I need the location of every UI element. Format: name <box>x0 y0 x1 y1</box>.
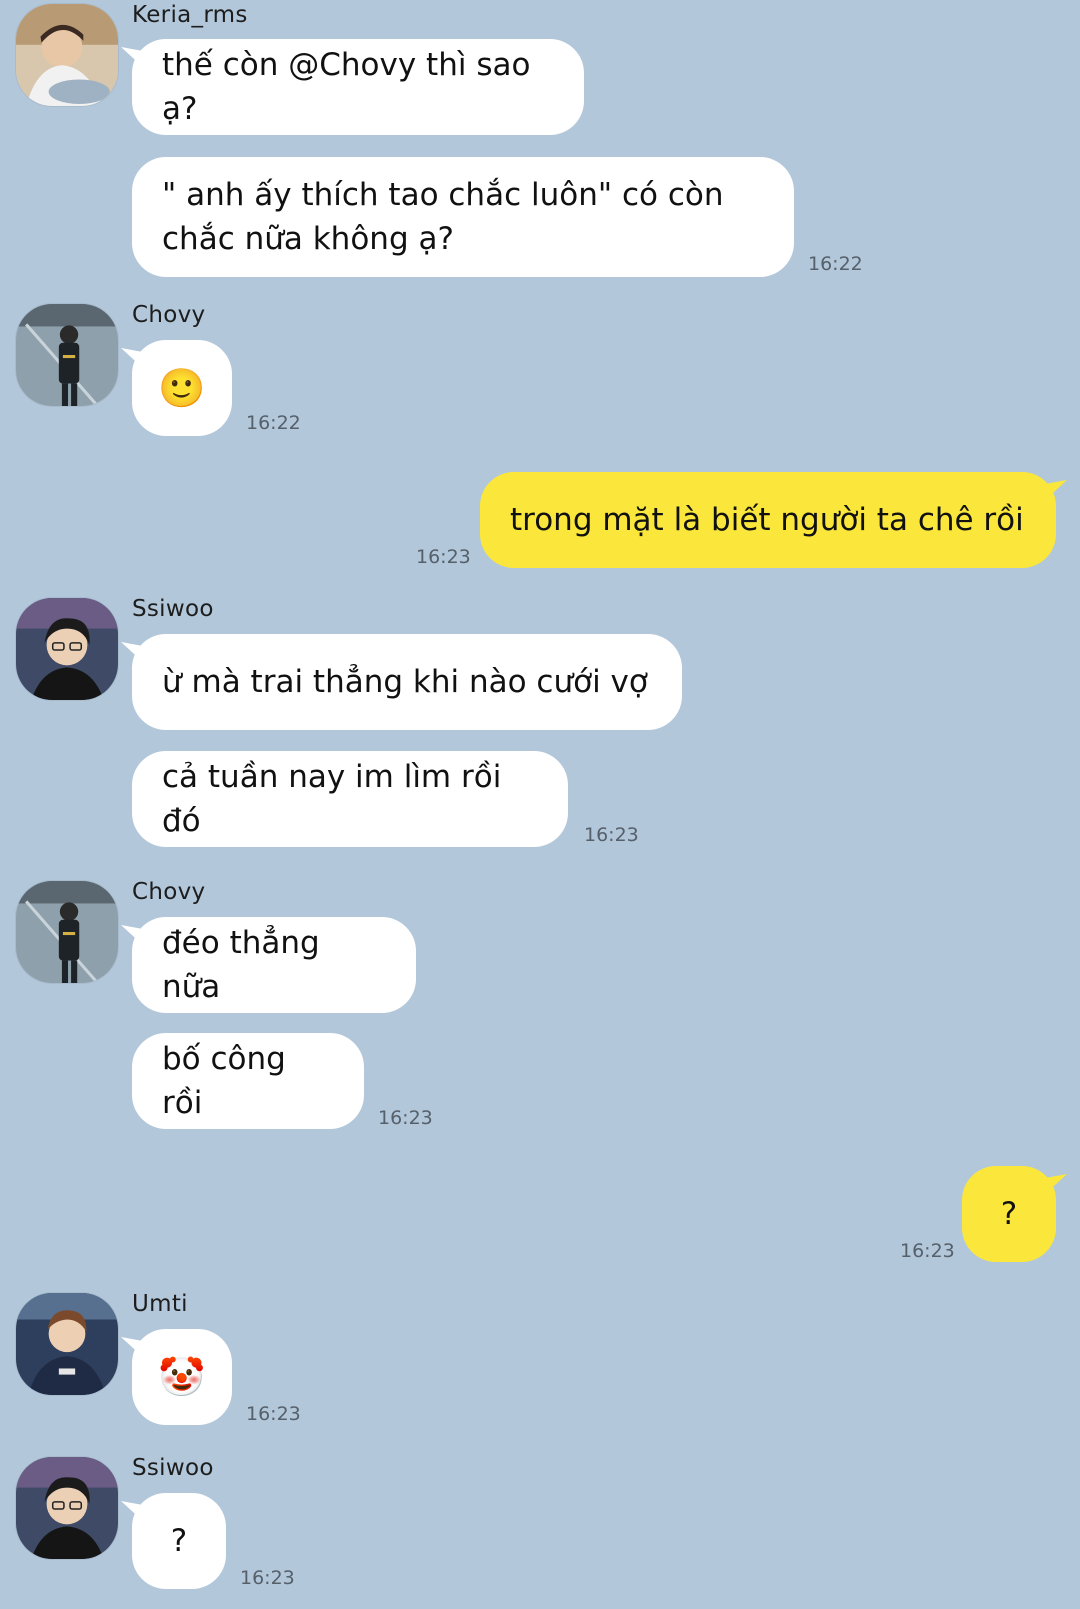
sender-name: Chovy <box>132 879 206 905</box>
avatar-umti-icon[interactable] <box>16 1293 118 1395</box>
timestamp: 16:23 <box>584 824 639 846</box>
avatar-keria-icon[interactable] <box>16 4 118 106</box>
sender-name: Keria_rms <box>132 2 248 28</box>
message-bubble[interactable]: trong mặt là biết người ta chê rồi <box>480 472 1056 568</box>
sender-name: Ssiwoo <box>132 1455 214 1481</box>
avatar-ssiwoo-icon[interactable] <box>16 598 118 700</box>
timestamp: 16:23 <box>900 1240 955 1262</box>
message-bubble[interactable]: 🙂 <box>132 340 232 436</box>
timestamp: 16:23 <box>416 546 471 568</box>
timestamp: 16:22 <box>808 253 863 275</box>
timestamp: 16:22 <box>246 412 301 434</box>
sender-name: Chovy <box>132 302 206 328</box>
message-bubble[interactable]: cả tuần nay im lìm rồi đó <box>132 751 568 847</box>
avatar-ssiwoo-icon[interactable] <box>16 1457 118 1559</box>
avatar-chovy-icon[interactable] <box>16 881 118 983</box>
message-bubble[interactable]: bố công rồi <box>132 1033 364 1129</box>
message-bubble[interactable]: ? <box>962 1166 1056 1262</box>
timestamp: 16:23 <box>246 1403 301 1425</box>
timestamp: 16:23 <box>240 1567 295 1589</box>
message-bubble[interactable]: ừ mà trai thẳng khi nào cưới vợ <box>132 634 682 730</box>
message-bubble[interactable]: 🤡 <box>132 1329 232 1425</box>
sender-name: Umti <box>132 1291 188 1317</box>
message-bubble[interactable]: thế còn @Chovy thì sao ạ? <box>132 39 584 135</box>
timestamp: 16:23 <box>378 1107 433 1129</box>
message-bubble[interactable]: ? <box>132 1493 226 1589</box>
message-bubble[interactable]: đéo thẳng nữa <box>132 917 416 1013</box>
sender-name: Ssiwoo <box>132 596 214 622</box>
chat-thread[interactable]: Keria_rms thế còn @Chovy thì sao ạ? " an… <box>0 0 1080 1609</box>
avatar-chovy-icon[interactable] <box>16 304 118 406</box>
message-bubble[interactable]: " anh ấy thích tao chắc luôn" có còn chắ… <box>132 157 794 277</box>
